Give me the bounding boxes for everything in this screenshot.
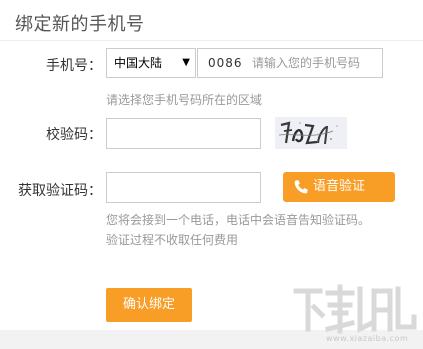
caret-down-icon: ▼ xyxy=(182,57,190,68)
region-select-value: 中国大陆 xyxy=(114,56,163,70)
confirm-bind-button[interactable]: 确认绑定 xyxy=(106,288,192,322)
voice-verify-button[interactable]: 语音验证 xyxy=(283,172,395,202)
verify-code-label: 获取验证码： xyxy=(18,183,102,199)
phone-icon xyxy=(294,180,308,194)
phone-placeholder: 请输入您的手机号码 xyxy=(252,56,361,70)
voice-verify-label: 语音验证 xyxy=(313,179,366,194)
country-code: 0086 xyxy=(208,56,243,70)
captcha-glyphs xyxy=(275,117,347,149)
watermark-url: www.xiazaiba.com xyxy=(326,334,409,343)
voice-help-text: 您将会接到一个电话，电话中会语音告知验证码。 xyxy=(106,213,371,227)
verify-code-input[interactable] xyxy=(106,172,261,203)
phone-label: 手机号： xyxy=(46,58,102,74)
captcha-label: 校验码： xyxy=(46,127,102,143)
captcha-input[interactable] xyxy=(106,118,261,149)
region-select[interactable]: 中国大陆 ▼ xyxy=(106,48,196,78)
captcha-image[interactable] xyxy=(275,117,347,149)
phone-number-input[interactable]: 0086 请输入您的手机号码 xyxy=(197,48,383,78)
title-divider xyxy=(0,40,423,41)
page-title: 绑定新的手机号 xyxy=(15,14,145,35)
bind-phone-page: 绑定新的手机号 手机号： 中国大陆 ▼ 0086 请输入您的手机号码 请选择您手… xyxy=(0,0,423,349)
region-hint: 请选择您手机号码所在的区域 xyxy=(106,93,263,107)
fee-help-text: 验证过程不收取任何费用 xyxy=(106,233,239,247)
